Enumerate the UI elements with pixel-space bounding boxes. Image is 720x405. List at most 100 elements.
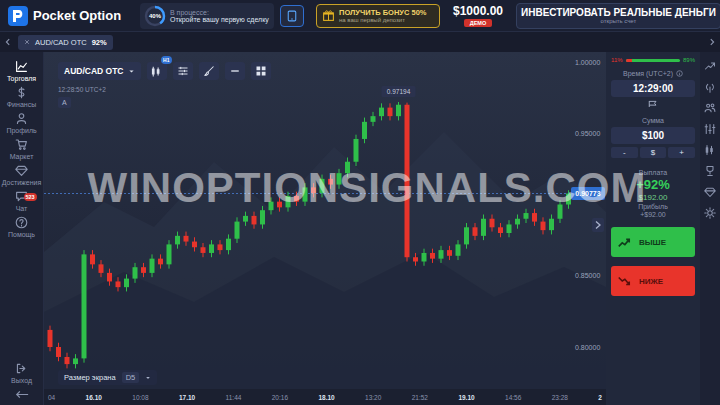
profit-label: Прибыль	[638, 203, 668, 210]
symbol-label: AUD/CAD OTC	[64, 66, 124, 76]
tab-payout: 92%	[92, 38, 107, 47]
candle	[65, 353, 70, 369]
close-icon[interactable]	[24, 39, 30, 45]
amount-control-button[interactable]: -	[611, 147, 638, 158]
candle	[481, 214, 486, 240]
candle	[133, 263, 138, 283]
symbol-select[interactable]: AUD/CAD OTC	[58, 62, 141, 80]
price-tick: 0.95000	[575, 130, 600, 137]
settings-icon[interactable]	[704, 207, 716, 219]
logout-icon	[15, 362, 28, 375]
sidebar-item[interactable]: Маркет	[0, 136, 44, 162]
candle-body	[133, 267, 138, 278]
time-mode-icon[interactable]	[647, 100, 659, 108]
time-axis-label: 19.10	[458, 394, 474, 401]
chevron-left-icon[interactable]	[4, 38, 12, 46]
price-chart[interactable]: 1.000000.950000.850000.800000.971940.907…	[44, 52, 606, 389]
time-axis-label: 13:20	[365, 394, 381, 401]
info-icon[interactable]	[676, 70, 683, 77]
higher-button[interactable]: ВЫШЕ	[611, 227, 695, 257]
social-icon[interactable]	[704, 102, 716, 114]
timeframe-button[interactable]: H1	[147, 62, 167, 80]
progress-texts: В процессе:Откройте вашу первую сделку	[170, 9, 269, 23]
sidebar-item[interactable]: Чат523	[0, 188, 44, 214]
chevron-right-icon	[596, 222, 600, 229]
progress-label: В процессе:	[170, 9, 269, 16]
amount-field[interactable]: $100	[611, 127, 695, 144]
collapse-arrow-icon[interactable]	[15, 390, 29, 399]
expand-panel-button[interactable]	[592, 218, 604, 232]
amount-control-button[interactable]: $	[640, 147, 667, 158]
sidebar-item[interactable]: Достижения	[0, 162, 44, 188]
balance[interactable]: $1000.00ДЕМО	[446, 4, 510, 27]
candle	[243, 212, 248, 226]
sidebar-label: Выход	[11, 377, 32, 384]
payout-amount: $192.00	[639, 193, 668, 202]
main-area: ТорговляФинансыПрофиль Маркет ДостиженияЧа…	[0, 52, 720, 405]
progress-widget[interactable]: 40% В процессе:Откройте вашу первую сделк…	[140, 3, 274, 29]
invest-button[interactable]: ИНВЕСТИРОВАТЬ РЕАЛЬНЫЕ ДЕНЬГИоткрыть сче…	[516, 3, 720, 29]
chart-types-icon[interactable]	[704, 144, 716, 156]
candle-body	[456, 244, 461, 255]
candle	[311, 183, 316, 197]
candle	[405, 103, 410, 262]
candle-body	[269, 202, 274, 211]
progress-percent: 40%	[144, 5, 166, 27]
lower-button[interactable]: НИЖЕ	[611, 266, 695, 296]
current-price-line	[44, 193, 572, 194]
tournaments-icon[interactable]	[704, 165, 716, 177]
candle-body	[277, 202, 282, 208]
sidebar-item[interactable]: Профиль	[0, 110, 44, 136]
trend-icon[interactable]	[704, 60, 716, 72]
screen-size-control[interactable]: Размер экранаD5	[58, 370, 157, 385]
sidebar-item[interactable]: Помощь	[0, 214, 44, 240]
candle-body	[73, 358, 78, 364]
zoom-out-button[interactable]	[225, 62, 245, 80]
candle-body	[379, 108, 384, 117]
candle	[362, 118, 367, 144]
sidebar-item[interactable]: Торговля	[0, 58, 44, 84]
autoscale-button[interactable]: A	[58, 97, 71, 108]
candle-body	[311, 187, 316, 193]
candle	[379, 103, 384, 120]
indicators-icon[interactable]	[704, 123, 716, 135]
drawing-button[interactable]	[199, 62, 219, 80]
tutorial-button[interactable]	[280, 5, 304, 27]
layout-button[interactable]	[251, 62, 271, 80]
candle-body	[124, 279, 129, 288]
price-tick: 0.85000	[575, 272, 600, 279]
candle-body	[184, 236, 189, 242]
candle	[252, 212, 257, 229]
chevron-right-icon[interactable]	[708, 38, 716, 46]
candle	[260, 206, 265, 229]
watermark: WINOPTIONSIGNALS.COM	[44, 164, 690, 212]
candle	[396, 102, 401, 120]
signals-icon[interactable]	[704, 81, 716, 93]
candle-body	[252, 216, 257, 225]
bonus-banner[interactable]: ПОЛУЧИТЬ БОНУС 50%на ваш первый депозит	[316, 4, 440, 28]
candle	[566, 190, 571, 209]
candle	[150, 254, 155, 277]
sliders-icon	[177, 65, 189, 77]
sentiment-track	[626, 59, 680, 62]
amount-control-button[interactable]: +	[668, 147, 695, 158]
sidebar-item[interactable]: Финансы	[0, 84, 44, 110]
bonus-texts: ПОЛУЧИТЬ БОНУС 50%на ваш первый депозит	[339, 8, 427, 23]
candle-body	[413, 257, 418, 261]
asset-tab[interactable]: AUD/CAD OTC92%	[18, 35, 113, 50]
sidebar-label: Маркет	[10, 153, 34, 160]
indicators-button[interactable]	[173, 62, 193, 80]
candle	[235, 217, 240, 243]
time-axis-label: 18.10	[318, 394, 334, 401]
top-bar: Pocket Option40% В процессе:Откройте вашу…	[0, 0, 720, 32]
candle-body	[286, 196, 291, 207]
candle	[226, 234, 231, 254]
time-field[interactable]: 12:29:00	[611, 80, 695, 97]
logout-item[interactable]: Выход	[0, 360, 44, 386]
candle	[209, 240, 214, 257]
rewards-icon[interactable]	[704, 186, 716, 198]
logo[interactable]: Pocket Option	[0, 6, 140, 26]
candle-body	[158, 259, 163, 265]
trade-panel: 11%89%Время (UTC+2)12:29:00Сумма$100-$+В…	[606, 52, 700, 405]
time-label-text: Время (UTC+2)	[623, 70, 673, 77]
